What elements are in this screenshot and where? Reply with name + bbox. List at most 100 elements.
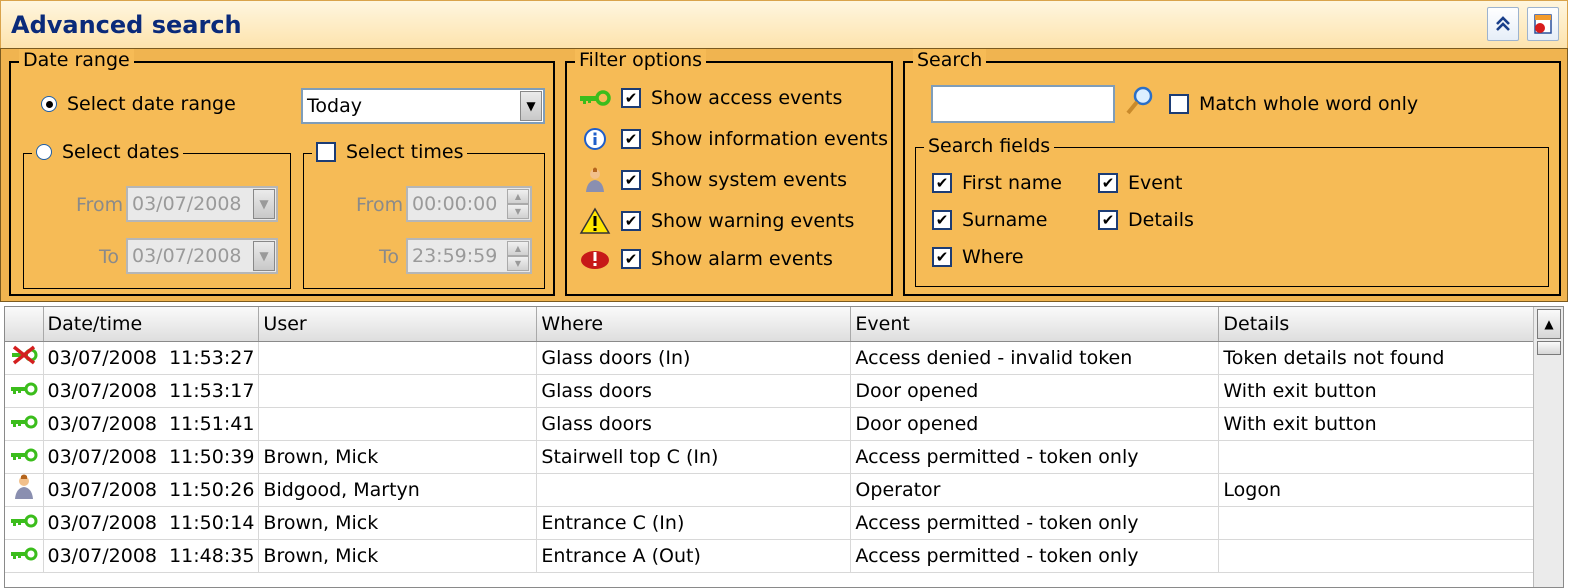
match-whole-word-checkbox[interactable]: Match whole word only xyxy=(1169,93,1418,115)
operator-icon xyxy=(12,474,36,505)
time-from-value: 00:00:00 xyxy=(412,193,498,215)
cell-where: Glass doors xyxy=(536,407,852,441)
cell-datetime: 03/07/2008 11:50:39 xyxy=(43,440,260,474)
collapse-button[interactable] xyxy=(1487,7,1519,41)
field-event-label: Event xyxy=(1128,172,1183,194)
column-header-icon[interactable] xyxy=(5,307,44,342)
select-date-range-radio[interactable]: Select date range xyxy=(41,93,236,115)
spinner-buttons: ▲ ▼ xyxy=(507,241,529,271)
cell-user xyxy=(258,407,538,441)
time-to-spinner[interactable]: 23:59:59 ▲ ▼ xyxy=(406,238,532,274)
scroll-up-icon[interactable]: ▲ xyxy=(1537,309,1561,339)
cell-details: Logon xyxy=(1218,473,1536,507)
select-dates-group: Select dates From 03/07/2008 ▼ To 03/07/… xyxy=(23,141,291,289)
export-button[interactable] xyxy=(1527,7,1559,41)
scroll-thumb[interactable] xyxy=(1537,341,1561,355)
vertical-scrollbar[interactable]: ▲ xyxy=(1533,307,1563,587)
date-range-dropdown[interactable]: Today ▼ xyxy=(301,88,545,124)
info-icon xyxy=(584,128,606,150)
column-header-datetime[interactable]: Date/time xyxy=(43,307,260,342)
checkbox-checked-icon: ✔ xyxy=(932,173,952,193)
filter-warning-label: Show warning events xyxy=(651,210,855,232)
search-group: Search Match whole word only Search fiel… xyxy=(903,49,1561,296)
select-times-checkbox[interactable]: Select times xyxy=(312,141,468,163)
time-to-label: To xyxy=(379,246,400,268)
cell-details xyxy=(1218,440,1536,474)
table-row[interactable]: 03/07/2008 11:50:14 Brown, Mick Entrance C… xyxy=(5,506,1536,540)
table-row[interactable]: 03/07/2008 11:51:41 Glass doors Door opene… xyxy=(5,407,1536,441)
checkbox-checked-icon: ✔ xyxy=(621,249,641,269)
search-legend: Search xyxy=(913,49,987,71)
select-date-range-label: Select date range xyxy=(67,93,236,115)
filter-warning-events[interactable]: ✔ Show warning events xyxy=(579,207,854,235)
cell-user xyxy=(258,341,538,375)
filter-system-events[interactable]: ✔ Show system events xyxy=(579,167,847,193)
date-from-picker[interactable]: 03/07/2008 ▼ xyxy=(126,186,278,222)
cell-datetime: 03/07/2008 11:51:41 xyxy=(43,407,260,441)
row-icon-cell xyxy=(5,506,44,540)
radio-selected-icon xyxy=(41,96,57,112)
checkbox-checked-icon: ✔ xyxy=(621,129,641,149)
table-row[interactable]: 03/07/2008 11:53:27 Glass doors (In) Acces… xyxy=(5,341,1536,375)
checkbox-unchecked-icon xyxy=(1169,94,1189,114)
column-header-event[interactable]: Event xyxy=(850,307,1220,342)
cell-event: Door opened xyxy=(850,407,1220,441)
field-details-checkbox[interactable]: ✔ Details xyxy=(1098,209,1194,231)
cell-where: Glass doors xyxy=(536,374,852,408)
table-row[interactable]: 03/07/2008 11:50:26 Bidgood, Martyn Operat… xyxy=(5,473,1536,507)
select-times-group: Select times From 00:00:00 ▲ ▼ To 23:59:5… xyxy=(303,141,545,289)
search-input[interactable] xyxy=(931,85,1115,123)
search-panel: Date range Select date range Today ▼ Sel… xyxy=(0,48,1568,302)
column-header-where[interactable]: Where xyxy=(536,307,852,342)
cell-user xyxy=(258,374,538,408)
time-from-spinner[interactable]: 00:00:00 ▲ ▼ xyxy=(406,186,532,222)
filter-information-events[interactable]: ✔ Show information events xyxy=(579,127,888,151)
results-grid[interactable]: Date/time User Where Event Details 03/07… xyxy=(4,306,1564,588)
column-header-details[interactable]: Details xyxy=(1218,307,1536,342)
row-icon-cell xyxy=(5,407,44,441)
cell-where: Entrance C (In) xyxy=(536,506,852,540)
table-row[interactable]: 03/07/2008 11:53:17 Glass doors Door opene… xyxy=(5,374,1536,408)
field-where-checkbox[interactable]: ✔ Where xyxy=(932,246,1024,268)
warning-icon xyxy=(579,207,611,234)
checkbox-checked-icon: ✔ xyxy=(932,247,952,267)
cell-datetime: 03/07/2008 11:50:14 xyxy=(43,506,260,540)
checkbox-checked-icon: ✔ xyxy=(621,88,641,108)
key-icon xyxy=(10,413,38,435)
cell-event: Access permitted - token only xyxy=(850,440,1220,474)
field-event-checkbox[interactable]: ✔ Event xyxy=(1098,172,1182,194)
field-surname-label: Surname xyxy=(962,209,1048,231)
cell-where: Stairwell top C (In) xyxy=(536,440,852,474)
dropdown-arrow-icon[interactable]: ▼ xyxy=(520,91,542,121)
filter-alarm-events[interactable]: ✔ Show alarm events xyxy=(579,247,833,271)
cell-details xyxy=(1218,506,1536,540)
table-row[interactable]: 03/07/2008 11:50:39 Brown, Mick Stairwell … xyxy=(5,440,1536,474)
filter-information-label: Show information events xyxy=(651,128,889,150)
row-icon-cell xyxy=(5,440,44,474)
spinner-buttons: ▲ ▼ xyxy=(507,189,529,219)
column-header-user[interactable]: User xyxy=(258,307,538,342)
table-row[interactable]: 03/07/2008 11:48:35 Brown, Mick Entrance A… xyxy=(5,539,1536,573)
select-dates-label: Select dates xyxy=(62,141,180,163)
radio-unselected-icon xyxy=(36,144,52,160)
date-to-picker[interactable]: 03/07/2008 ▼ xyxy=(126,238,278,274)
cell-details: With exit button xyxy=(1218,407,1536,441)
cell-user: Bidgood, Martyn xyxy=(258,473,538,507)
filter-access-events[interactable]: ✔ Show access events xyxy=(579,87,842,109)
checkbox-checked-icon: ✔ xyxy=(1098,210,1118,230)
search-button[interactable] xyxy=(1125,85,1155,122)
search-fields-legend: Search fields xyxy=(924,135,1055,157)
cell-details: Token details not found xyxy=(1218,341,1536,375)
row-icon-cell xyxy=(5,539,44,573)
checkbox-checked-icon: ✔ xyxy=(932,210,952,230)
date-range-group: Date range Select date range Today ▼ Sel… xyxy=(9,49,555,296)
date-from-label: From xyxy=(76,194,124,216)
cell-where: Entrance A (Out) xyxy=(536,539,852,573)
dropdown-arrow-icon: ▼ xyxy=(253,189,275,219)
cell-event: Access permitted - token only xyxy=(850,539,1220,573)
time-to-value: 23:59:59 xyxy=(412,245,498,267)
filter-alarm-label: Show alarm events xyxy=(651,248,833,270)
select-dates-radio[interactable]: Select dates xyxy=(32,141,184,163)
field-surname-checkbox[interactable]: ✔ Surname xyxy=(932,209,1047,231)
field-first-name-checkbox[interactable]: ✔ First name xyxy=(932,172,1062,194)
